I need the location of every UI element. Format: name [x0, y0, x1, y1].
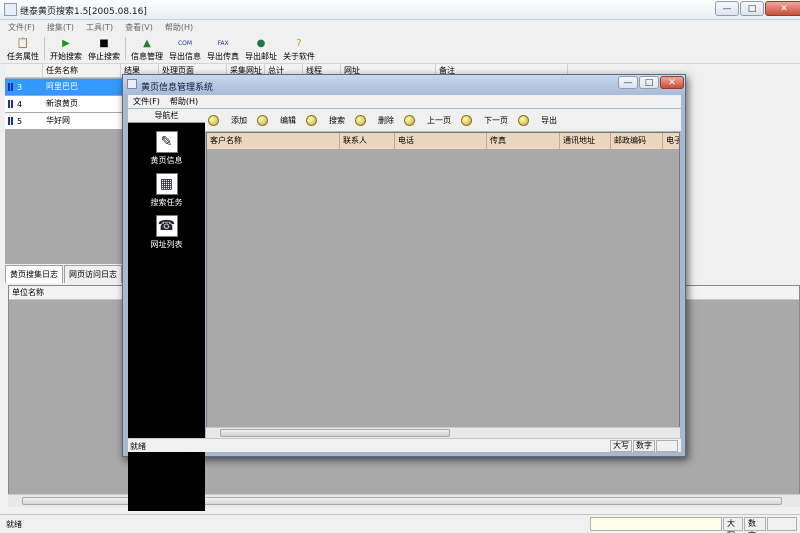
grid-scroll-thumb[interactable]: [220, 429, 450, 437]
task-row[interactable]: 4 新浪黄页: [5, 96, 125, 112]
main-statusbar: 就绪 大写 数字: [0, 514, 800, 533]
child-window: 黄页信息管理系统 — □ ✕ 文件(F) 帮助(H) 导航栏 ✎ 黄页信息 ▦ …: [122, 74, 686, 511]
col-customer-name[interactable]: 客户名称: [207, 133, 340, 149]
pause-icon: [8, 100, 13, 108]
play-icon: ▶: [62, 38, 70, 49]
nav-header: 导航栏: [128, 109, 205, 123]
search-task-icon: ▦: [155, 173, 178, 195]
export-button[interactable]: 导出: [518, 114, 557, 126]
child-close-button[interactable]: ✕: [660, 76, 684, 89]
pause-icon: [8, 83, 13, 91]
start-search-button[interactable]: ▶ 开始搜索: [47, 34, 85, 63]
export-fax-button[interactable]: FAX 导出传真: [204, 34, 242, 63]
edit-button[interactable]: 编辑: [257, 114, 296, 126]
prev-page-icon: [404, 114, 415, 126]
search-button[interactable]: 搜索: [306, 114, 345, 126]
main-menubar: 文件(F) 搜集(T) 工具(T) 查看(V) 帮助(H): [0, 20, 800, 34]
search-icon: [306, 114, 317, 126]
col-email[interactable]: 电子: [663, 133, 679, 149]
menu-collect[interactable]: 搜集(T): [47, 22, 74, 33]
log-tabs: 黄页搜集日志 网页访问日志: [5, 265, 123, 283]
export-fax-icon: FAX: [217, 40, 229, 47]
child-menu-file[interactable]: 文件(F): [133, 96, 160, 107]
delete-icon: [355, 114, 366, 126]
child-toolbar: 添加 编辑 搜索 删除 上一页 下一页 导出: [205, 109, 681, 131]
menu-help[interactable]: 帮助(H): [165, 22, 193, 33]
nav-item-url-list[interactable]: ☎ 网址列表: [128, 215, 205, 250]
main-title-bar: 继泰黄页搜索1.5[2005.08.16] — □ ✕: [0, 0, 800, 20]
status-panel: [590, 517, 722, 531]
main-toolbar: 📋 任务属性 ▶ 开始搜索 ■ 停止搜索 ▲ 信息管理 COM 导出信息 FAX…: [0, 34, 800, 64]
export-mail-button[interactable]: ● 导出邮址: [242, 34, 280, 63]
export-icon: [518, 114, 529, 126]
manage-icon: ▲: [143, 38, 151, 49]
status-panel-empty: [767, 517, 797, 531]
next-page-button[interactable]: 下一页: [461, 114, 508, 126]
export-mail-icon: ●: [256, 38, 266, 49]
about-icon: ?: [296, 38, 302, 49]
export-com-icon: COM: [177, 40, 193, 47]
minimize-button[interactable]: —: [715, 1, 739, 16]
edit-icon: [257, 114, 268, 126]
child-maximize-button[interactable]: □: [639, 76, 659, 89]
task-properties-button[interactable]: 📋 任务属性: [4, 34, 42, 63]
tab-yellowpage-log[interactable]: 黄页搜集日志: [5, 265, 63, 283]
child-window-title: 黄页信息管理系统: [141, 83, 214, 93]
horizontal-scrollbar[interactable]: [8, 494, 800, 507]
add-icon: [208, 114, 219, 126]
prev-page-button[interactable]: 上一页: [404, 114, 451, 126]
menu-tools[interactable]: 工具(T): [86, 22, 113, 33]
task-row[interactable]: 3 阿里巴巴: [5, 79, 125, 95]
child-title-bar: 黄页信息管理系统 — □ ✕: [123, 75, 685, 95]
menu-view[interactable]: 查看(V): [125, 22, 153, 33]
grid-header: 客户名称 联系人 电话 传真 通讯地址 邮政编码 电子: [207, 133, 679, 149]
export-info-button[interactable]: COM 导出信息: [166, 34, 204, 63]
yellowpages-icon: ✎: [155, 131, 178, 153]
properties-icon: 📋: [16, 38, 30, 49]
col-postcode[interactable]: 邮政编码: [611, 133, 663, 149]
child-caps-indicator: 大写: [610, 440, 632, 452]
info-manage-button[interactable]: ▲ 信息管理: [128, 34, 166, 63]
child-app-icon: [127, 79, 137, 89]
grid-horizontal-scrollbar[interactable]: [206, 427, 680, 438]
child-status-text: 就绪: [130, 442, 146, 451]
col-fax[interactable]: 传真: [487, 133, 560, 149]
customer-grid: 客户名称 联系人 电话 传真 通讯地址 邮政编码 电子: [206, 132, 680, 438]
col-index[interactable]: [5, 64, 43, 78]
status-text: 就绪: [6, 520, 22, 529]
pause-icon: [8, 117, 13, 125]
add-button[interactable]: 添加: [208, 114, 247, 126]
window-title: 继泰黄页搜索1.5[2005.08.16]: [20, 7, 147, 17]
tab-web-access-log[interactable]: 网页访问日志: [64, 265, 122, 283]
child-minimize-button[interactable]: —: [618, 76, 638, 89]
caps-indicator: 大写: [723, 517, 743, 533]
num-indicator: 数字: [744, 517, 766, 533]
child-status-panel-empty: [656, 440, 678, 452]
close-button[interactable]: ✕: [765, 1, 800, 16]
child-statusbar: 就绪 大写 数字: [128, 438, 681, 452]
child-num-indicator: 数字: [633, 440, 655, 452]
menu-file[interactable]: 文件(F): [8, 22, 35, 33]
col-phone[interactable]: 电话: [395, 133, 487, 149]
next-page-icon: [461, 114, 472, 126]
child-menu-help[interactable]: 帮助(H): [170, 96, 198, 107]
maximize-button[interactable]: □: [740, 1, 764, 16]
about-button[interactable]: ? 关于软件: [280, 34, 318, 63]
delete-button[interactable]: 删除: [355, 114, 394, 126]
col-contact[interactable]: 联系人: [340, 133, 395, 149]
app-icon: [4, 3, 17, 16]
nav-item-yellowpages[interactable]: ✎ 黄页信息: [128, 131, 205, 166]
url-list-icon: ☎: [155, 215, 178, 237]
task-row[interactable]: 5 华好网: [5, 113, 125, 129]
stop-search-button[interactable]: ■ 停止搜索: [85, 34, 123, 63]
stop-icon: ■: [99, 38, 109, 49]
nav-item-search-task[interactable]: ▦ 搜索任务: [128, 173, 205, 208]
col-address[interactable]: 通讯地址: [560, 133, 611, 149]
child-menubar: 文件(F) 帮助(H): [128, 95, 681, 108]
col-task-name[interactable]: 任务名称: [43, 64, 121, 78]
